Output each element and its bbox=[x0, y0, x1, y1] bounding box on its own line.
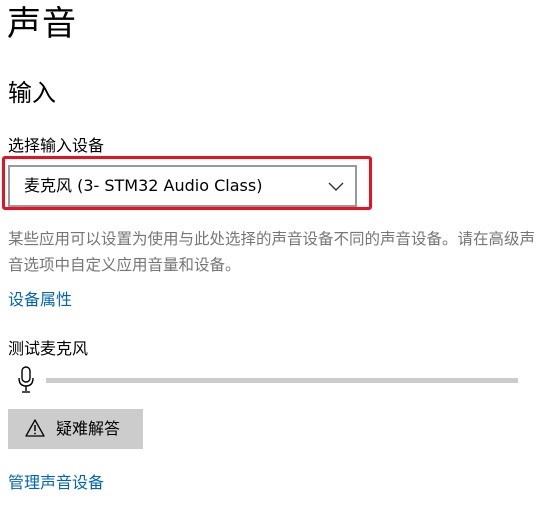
sound-settings-page: 声音 输入 选择输入设备 麦克风 (3- STM32 Audio Class) … bbox=[0, 0, 541, 522]
troubleshoot-label: 疑难解答 bbox=[56, 419, 121, 438]
page-title: 声音 bbox=[7, 4, 77, 44]
test-microphone-label: 测试麦克风 bbox=[8, 339, 89, 358]
input-device-label: 选择输入设备 bbox=[8, 136, 105, 155]
manage-sound-devices-link[interactable]: 管理声音设备 bbox=[8, 471, 104, 495]
troubleshoot-button[interactable]: 疑难解答 bbox=[8, 409, 143, 449]
microphone-icon bbox=[18, 366, 34, 393]
warning-icon bbox=[25, 419, 45, 437]
chevron-down-icon[interactable] bbox=[327, 178, 345, 194]
microphone-level-meter bbox=[46, 378, 518, 383]
input-device-description: 某些应用可以设置为使用与此处选择的声音设备不同的声音设备。请在高级声音选项中自定… bbox=[8, 230, 536, 274]
input-section-title: 输入 bbox=[8, 79, 56, 107]
input-device-select[interactable]: 麦克风 (3- STM32 Audio Class) bbox=[8, 165, 357, 207]
selected-device-value: 麦克风 (3- STM32 Audio Class) bbox=[24, 176, 263, 195]
device-properties-link[interactable]: 设备属性 bbox=[8, 288, 72, 312]
